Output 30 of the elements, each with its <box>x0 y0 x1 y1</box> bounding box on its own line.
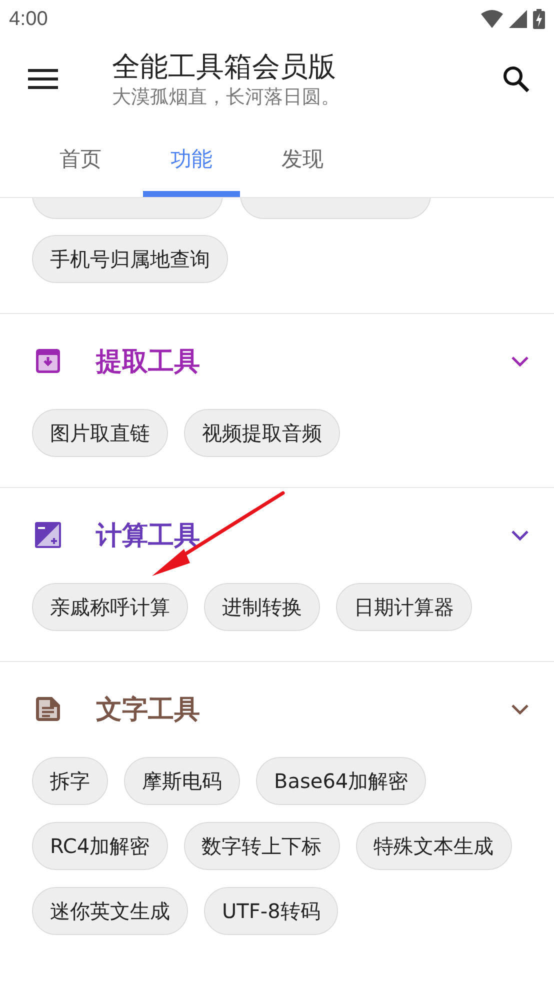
tool-chip[interactable]: RC4加解密 <box>32 822 168 870</box>
app-subtitle: 大漠孤烟直，长河落日圆。 <box>112 85 341 109</box>
chevron-down-icon[interactable] <box>511 704 529 714</box>
tool-chip[interactable]: 迷你英文生成 <box>32 887 188 935</box>
chevron-down-icon[interactable] <box>511 530 529 540</box>
section-title: 文字工具 <box>96 694 201 726</box>
tool-chip[interactable]: UTF-8转码 <box>204 887 338 935</box>
tool-chip[interactable]: 拆字 <box>32 757 108 805</box>
app-title: 全能工具箱会员版 <box>112 49 337 85</box>
tab[interactable]: 发现 <box>254 120 351 197</box>
tool-chip[interactable]: 日期计算器 <box>336 583 472 631</box>
tool-chip[interactable]: 手机号归属地查询 <box>32 235 228 283</box>
tool-chip[interactable]: 图片取直链 <box>32 409 168 457</box>
section-title: 计算工具 <box>96 520 201 552</box>
tool-chip[interactable]: 进制转换 <box>204 583 320 631</box>
tool-chip[interactable]: 亲戚称呼计算 <box>32 583 188 631</box>
tool-chip[interactable]: 视频提取音频 <box>184 409 340 457</box>
status-time: 4:00 <box>9 8 48 30</box>
section-title: 提取工具 <box>96 346 201 378</box>
search-button[interactable] <box>502 65 530 93</box>
tool-chip[interactable]: 数字转上下标 <box>184 822 340 870</box>
wifi-icon <box>481 10 503 28</box>
menu-button[interactable] <box>28 69 58 89</box>
tool-chip[interactable]: 特殊文本生成 <box>356 822 512 870</box>
battery-icon <box>533 9 545 29</box>
chevron-down-icon[interactable] <box>511 356 529 366</box>
tool-chip[interactable]: Base64加解密 <box>256 757 426 805</box>
tool-chip[interactable]: 摩斯电码 <box>124 757 240 805</box>
signal-icon <box>509 10 527 28</box>
tab[interactable]: 首页 <box>32 120 129 197</box>
